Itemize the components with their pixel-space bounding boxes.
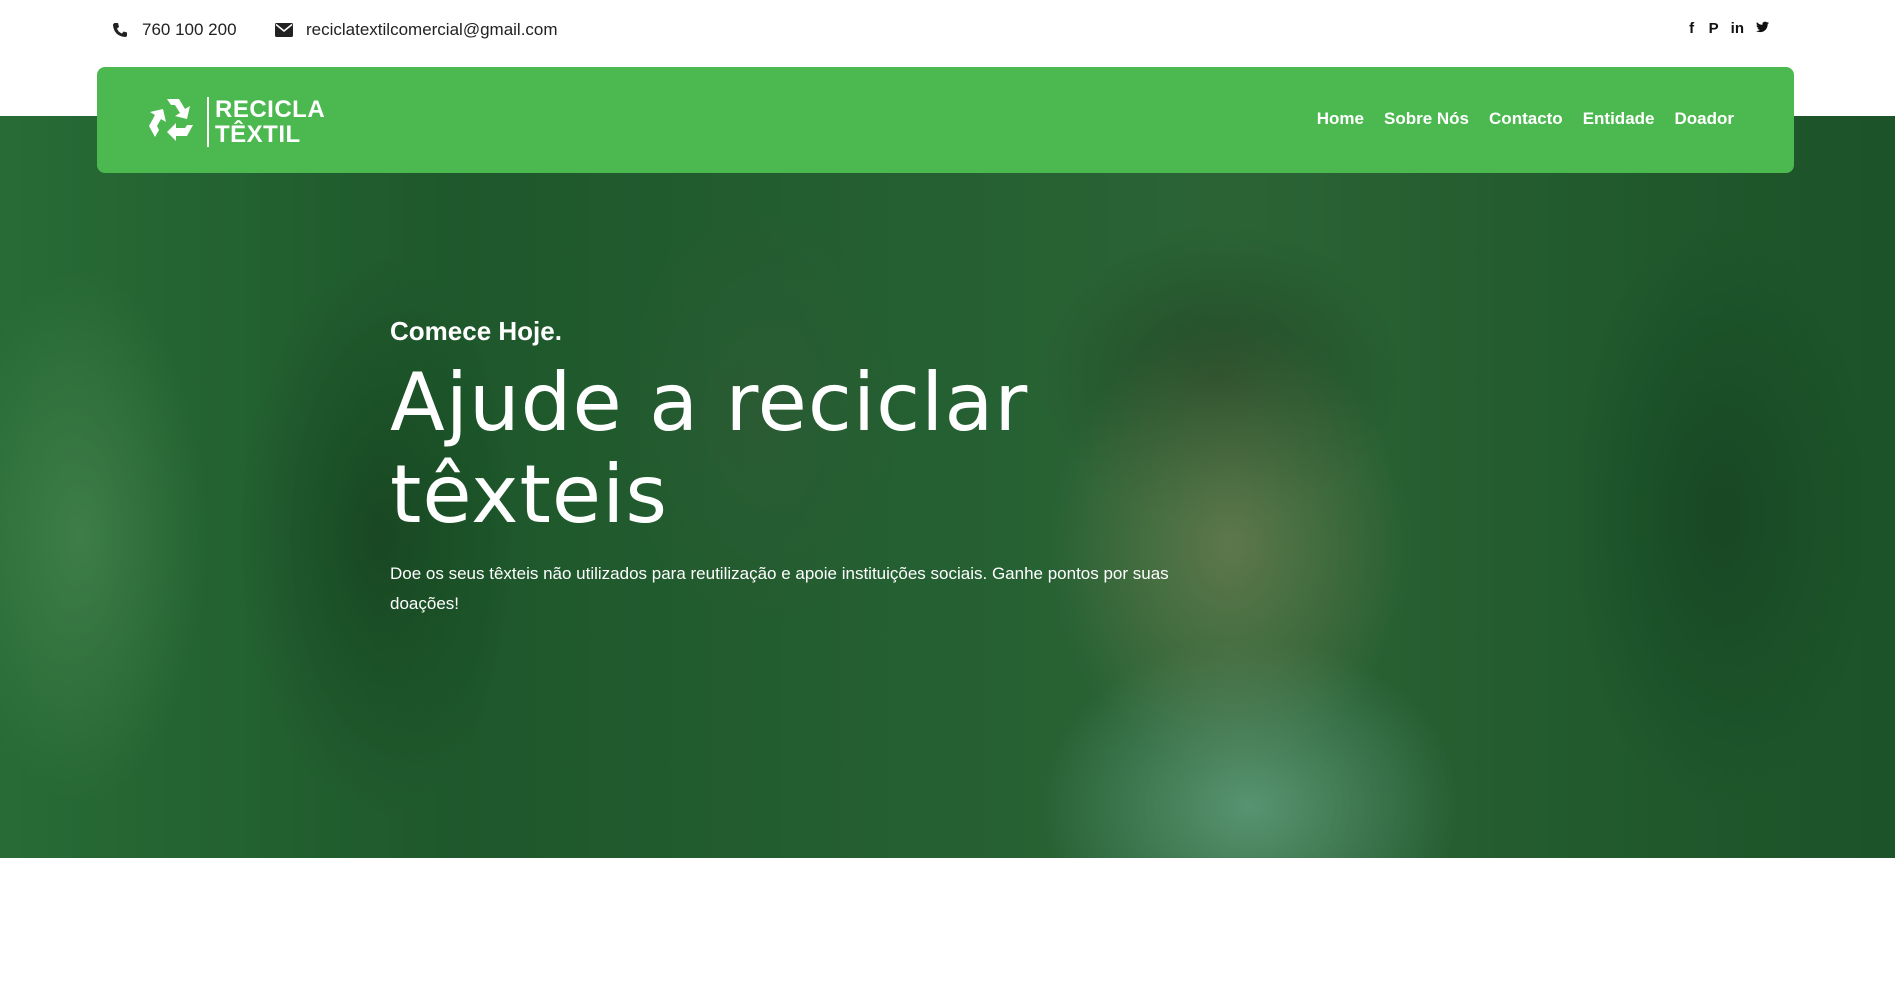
nav-link-entidade[interactable]: Entidade xyxy=(1583,109,1655,129)
phone-contact[interactable]: 760 100 200 xyxy=(110,20,237,40)
linkedin-icon[interactable]: in xyxy=(1731,20,1744,37)
logo-divider xyxy=(207,96,209,147)
hero-headline: Ajude a reciclar têxteis xyxy=(390,357,1180,541)
email-contact[interactable]: reciclatextilcomercial@gmail.com xyxy=(274,20,558,40)
pinterest-icon[interactable]: P xyxy=(1709,20,1719,37)
phone-number: 760 100 200 xyxy=(142,20,237,39)
phone-icon xyxy=(110,20,130,40)
social-links: f P in xyxy=(1687,20,1769,37)
recycle-icon xyxy=(147,95,199,148)
nav-link-home[interactable]: Home xyxy=(1317,109,1364,129)
nav-link-contacto[interactable]: Contacto xyxy=(1489,109,1563,129)
hero-kicker: Comece Hoje. xyxy=(390,316,562,346)
hero-banner: Comece Hoje. Ajude a reciclar têxteis Do… xyxy=(0,116,1895,858)
nav-link-doador[interactable]: Doador xyxy=(1675,109,1735,129)
envelope-icon xyxy=(274,20,294,40)
nav-menu: Home Sobre Nós Contacto Entidade Doador xyxy=(1317,109,1734,129)
site-logo[interactable]: RECICLA TÊXTIL xyxy=(147,95,325,148)
logo-line-1: RECICLA xyxy=(215,95,326,123)
main-navbar: RECICLA TÊXTIL Home Sobre Nós Contacto E… xyxy=(97,67,1794,173)
nav-link-sobre-nos[interactable]: Sobre Nós xyxy=(1384,109,1469,129)
headline-line-1: Ajude a reciclar xyxy=(390,356,1029,449)
hero-subtitle: Doe os seus têxteis não utilizados para … xyxy=(390,564,1169,613)
twitter-icon[interactable] xyxy=(1756,20,1769,37)
logo-line-2: TÊXTIL xyxy=(215,120,301,148)
logo-text: RECICLA TÊXTIL xyxy=(215,97,325,147)
headline-line-2: têxteis xyxy=(390,448,669,541)
facebook-icon[interactable]: f xyxy=(1687,20,1697,37)
top-contact-bar: 760 100 200 reciclatextilcomercial@gmail… xyxy=(0,0,1895,62)
email-address: reciclatextilcomercial@gmail.com xyxy=(306,20,558,39)
hero-content: Comece Hoje. Ajude a reciclar têxteis Do… xyxy=(390,316,1180,619)
